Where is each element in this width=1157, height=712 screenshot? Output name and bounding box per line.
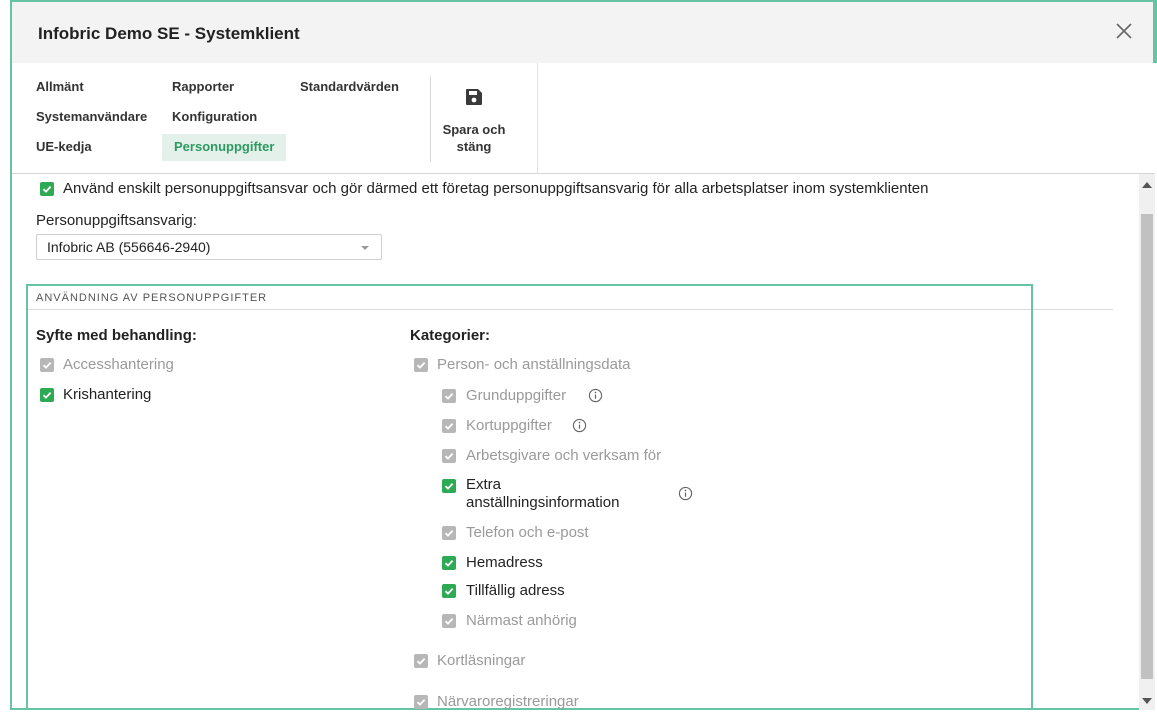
subcategory-checkbox-hemadress[interactable] xyxy=(442,556,456,570)
scroll-down-arrow-icon[interactable] xyxy=(1142,698,1152,704)
controller-value: Infobric AB (556646-2940) xyxy=(47,239,211,255)
floppy-disk-icon xyxy=(466,89,482,105)
scrollbar-thumb[interactable] xyxy=(1141,214,1153,679)
single-responsibility-label: Använd enskilt personuppgiftsansvar och … xyxy=(63,180,929,197)
categories-heading: Kategorier: xyxy=(410,327,491,344)
purpose-heading: Syfte med behandling: xyxy=(36,327,197,344)
purpose-checkbox-accesshantering[interactable] xyxy=(40,358,54,372)
subcategory-checkbox-grunduppgifter[interactable] xyxy=(442,389,456,403)
subcategory-label-hemadress: Hemadress xyxy=(466,554,543,571)
category-label-narvaroregistreringar: Närvaroregistreringar xyxy=(437,693,579,710)
nav-ue-kedja[interactable]: UE-kedja xyxy=(36,139,92,154)
purpose-label-krishantering: Krishantering xyxy=(63,386,152,403)
single-responsibility-checkbox[interactable] xyxy=(40,182,54,196)
subcategory-label-extra: Extra xyxy=(466,476,502,493)
info-icon[interactable] xyxy=(572,418,587,433)
subcategory-checkbox-kortuppgifter[interactable] xyxy=(442,419,456,433)
subcategory-label-narmast-anhorig: Närmast anhörig xyxy=(466,612,577,629)
content-area: Använd enskilt personuppgiftsansvar och … xyxy=(12,174,1139,710)
subcategory-checkbox-extra[interactable] xyxy=(442,479,456,493)
category-checkbox-person[interactable] xyxy=(414,358,428,372)
toolbar-divider-2 xyxy=(537,63,538,173)
subcategory-label-kortuppgifter: Kortuppgifter xyxy=(466,417,552,434)
toolbar-divider xyxy=(430,76,431,162)
subcategory-checkbox-arbetsgivare[interactable] xyxy=(442,449,456,463)
save-and-close-button[interactable]: Spara och stäng xyxy=(438,88,510,155)
subcategory-label-arbetsgivare: Arbetsgivare och verksam för xyxy=(466,447,662,464)
subcategory-checkbox-narmast-anhorig[interactable] xyxy=(442,614,456,628)
category-label-kortlasningar: Kortläsningar xyxy=(437,652,526,669)
usage-section-title: ANVÄNDNING AV PERSONUPPGIFTER xyxy=(36,292,268,304)
category-label-person: Person- och anställningsdata xyxy=(437,356,631,373)
nav-konfiguration[interactable]: Konfiguration xyxy=(172,109,257,124)
toolbar: Allmänt Systemanvändare UE-kedja Rapport… xyxy=(12,63,1155,174)
subcategory-checkbox-tillfallig-adress[interactable] xyxy=(442,584,456,598)
nav-standardvarden[interactable]: Standardvärden xyxy=(300,79,399,94)
nav-allmant[interactable]: Allmänt xyxy=(36,79,84,94)
purpose-label-accesshantering: Accesshantering xyxy=(63,356,174,373)
info-icon[interactable] xyxy=(678,486,693,501)
category-checkbox-narvaroregistreringar[interactable] xyxy=(414,695,428,709)
controller-select[interactable]: Infobric AB (556646-2940) xyxy=(36,234,382,260)
category-checkbox-kortlasningar[interactable] xyxy=(414,654,428,668)
purpose-checkbox-krishantering[interactable] xyxy=(40,388,54,402)
save-label-line1: Spara och xyxy=(442,122,506,137)
subcategory-label-tillfallig-adress: Tillfällig adress xyxy=(466,582,565,599)
subcategory-label-grunduppgifter: Grunduppgifter xyxy=(466,387,567,404)
chevron-down-icon xyxy=(361,246,369,250)
info-icon[interactable] xyxy=(588,388,603,403)
nav-rapporter[interactable]: Rapporter xyxy=(172,79,234,94)
nav-personuppgifter[interactable]: Personuppgifter xyxy=(162,134,287,161)
subcategory-checkbox-telefon[interactable] xyxy=(442,526,456,540)
vertical-scrollbar[interactable] xyxy=(1139,174,1155,710)
save-label-line2: stäng xyxy=(456,139,492,154)
controller-label: Personuppgiftsansvarig: xyxy=(36,212,197,229)
scroll-up-arrow-icon[interactable] xyxy=(1142,182,1152,188)
nav-systemanvandare[interactable]: Systemanvändare xyxy=(36,109,147,124)
subcategory-label-telefon: Telefon och e-post xyxy=(466,524,589,541)
subcategory-label-extra-line2: anställningsinformation xyxy=(466,494,620,511)
